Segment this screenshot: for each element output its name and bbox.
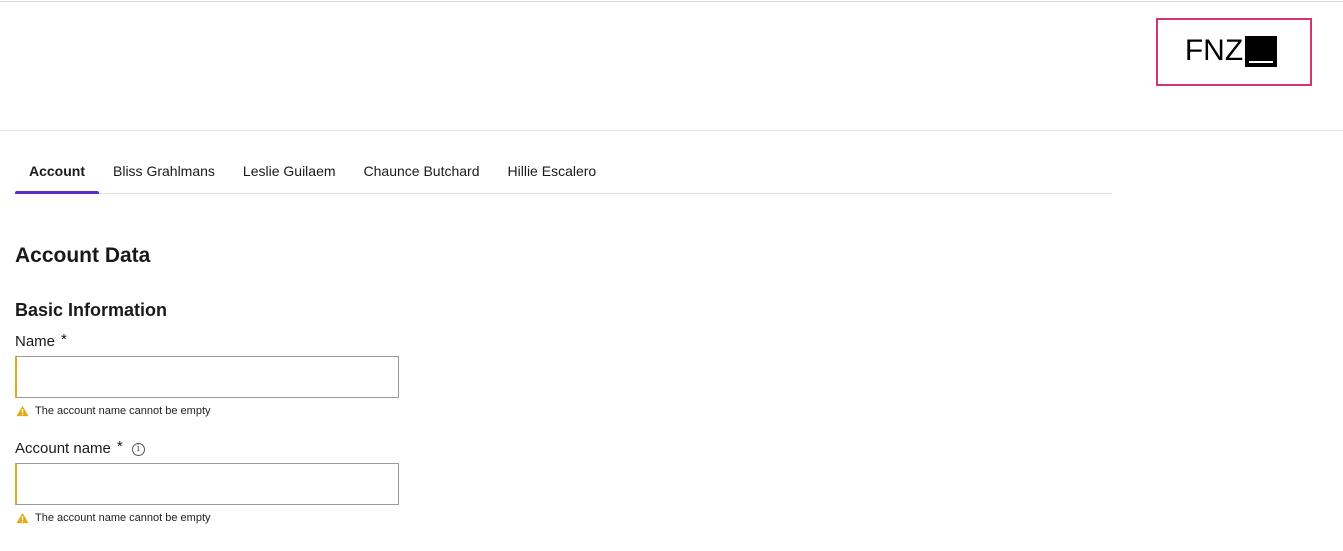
tab-chaunce-butchard[interactable]: Chaunce Butchard [350,148,494,193]
tab-hillie-escalero[interactable]: Hillie Escalero [494,148,611,193]
logo-mark-icon [1245,35,1278,67]
section-title: Account Data [15,244,151,267]
account-name-warning: The account name cannot be empty [16,512,211,524]
warning-icon [16,405,29,417]
tab-account[interactable]: Account [15,148,99,194]
header: FNZ [0,2,1343,131]
tab-bar: Account Bliss Grahlmans Leslie Guilaem C… [15,148,1112,194]
name-field-label: Name * [15,331,67,350]
account-name-label-text: Account name [15,440,111,457]
account-name-field-label: Account name * i [15,438,145,457]
logo-text: FNZ [1184,34,1244,67]
subsection-title: Basic Information [15,300,168,320]
tab-bliss-grahlmans[interactable]: Bliss Grahlmans [99,148,229,193]
tab-leslie-guilaem[interactable]: Leslie Guilaem [229,148,350,193]
account-name-required-marker: * [116,438,123,455]
name-warning-text: The account name cannot be empty [35,405,211,417]
account-name-input[interactable] [15,463,399,505]
logo-inner: FNZ [1184,34,1278,67]
name-required-marker: * [61,331,67,348]
name-input[interactable] [15,356,399,398]
warning-icon [16,512,29,524]
name-warning: The account name cannot be empty [16,405,211,417]
page: FNZ Account Bliss Grahlmans Leslie Guila… [0,0,1343,551]
name-label-text: Name [15,333,56,350]
logo[interactable]: FNZ [1156,18,1312,86]
account-name-warning-text: The account name cannot be empty [35,512,211,524]
info-icon[interactable]: i [131,443,145,456]
